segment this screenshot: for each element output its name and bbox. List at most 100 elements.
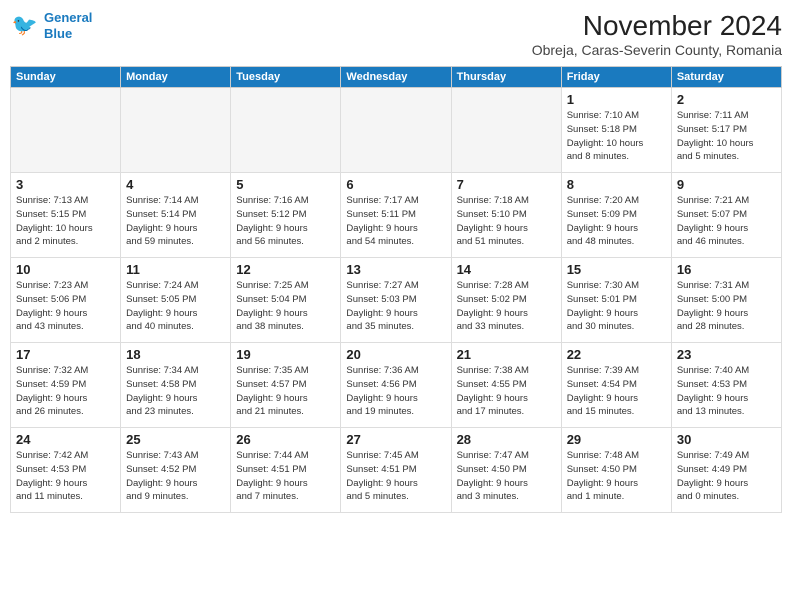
calendar-header-row: SundayMondayTuesdayWednesdayThursdayFrid…: [11, 67, 782, 88]
title-block: November 2024 Obreja, Caras-Severin Coun…: [532, 10, 782, 58]
day-number: 30: [677, 432, 776, 447]
day-number: 9: [677, 177, 776, 192]
day-info: Sunrise: 7:21 AM Sunset: 5:07 PM Dayligh…: [677, 194, 776, 249]
day-number: 1: [567, 92, 666, 107]
header-wednesday: Wednesday: [341, 67, 451, 88]
day-number: 21: [457, 347, 556, 362]
day-info: Sunrise: 7:44 AM Sunset: 4:51 PM Dayligh…: [236, 449, 335, 504]
day-info: Sunrise: 7:31 AM Sunset: 5:00 PM Dayligh…: [677, 279, 776, 334]
header-thursday: Thursday: [451, 67, 561, 88]
calendar-cell: 20 Sunrise: 7:36 AM Sunset: 4:56 PM Dayli…: [341, 343, 451, 428]
day-info: Sunrise: 7:23 AM Sunset: 5:06 PM Dayligh…: [16, 279, 115, 334]
calendar-cell: 1 Sunrise: 7:10 AM Sunset: 5:18 PM Daylig…: [561, 88, 671, 173]
calendar-cell: 3Sunrise: 7:13 AM Sunset: 5:15 PM Daylig…: [11, 173, 121, 258]
day-number: 25: [126, 432, 225, 447]
day-info: Sunrise: 7:16 AM Sunset: 5:12 PM Dayligh…: [236, 194, 335, 249]
day-info: Sunrise: 7:24 AM Sunset: 5:05 PM Dayligh…: [126, 279, 225, 334]
calendar-cell: 22Sunrise: 7:39 AM Sunset: 4:54 PM Dayli…: [561, 343, 671, 428]
calendar-table: SundayMondayTuesdayWednesdayThursdayFrid…: [10, 66, 782, 513]
day-number: 24: [16, 432, 115, 447]
day-number: 29: [567, 432, 666, 447]
calendar-week-5: 24 Sunrise: 7:42 AM Sunset: 4:53 PM Dayli…: [11, 428, 782, 513]
calendar-cell: [231, 88, 341, 173]
day-info: Sunrise: 7:30 AM Sunset: 5:01 PM Dayligh…: [567, 279, 666, 334]
day-number: 3: [16, 177, 115, 192]
logo-text: General Blue: [44, 10, 92, 41]
header-friday: Friday: [561, 67, 671, 88]
calendar-cell: 18 Sunrise: 7:34 AM Sunset: 4:58 PM Dayli…: [121, 343, 231, 428]
day-info: Sunrise: 7:34 AM Sunset: 4:58 PM Dayligh…: [126, 364, 225, 419]
day-number: 16: [677, 262, 776, 277]
day-number: 11: [126, 262, 225, 277]
day-number: 12: [236, 262, 335, 277]
day-number: 18: [126, 347, 225, 362]
day-number: 23: [677, 347, 776, 362]
calendar-week-1: 1 Sunrise: 7:10 AM Sunset: 5:18 PM Daylig…: [11, 88, 782, 173]
svg-text:🐦: 🐦: [12, 14, 38, 37]
day-number: 28: [457, 432, 556, 447]
day-number: 4: [126, 177, 225, 192]
calendar-week-3: 10Sunrise: 7:23 AM Sunset: 5:06 PM Dayli…: [11, 258, 782, 343]
day-number: 14: [457, 262, 556, 277]
calendar-cell: 26 Sunrise: 7:44 AM Sunset: 4:51 PM Dayli…: [231, 428, 341, 513]
calendar-week-2: 3Sunrise: 7:13 AM Sunset: 5:15 PM Daylig…: [11, 173, 782, 258]
calendar-cell: 25 Sunrise: 7:43 AM Sunset: 4:52 PM Dayli…: [121, 428, 231, 513]
day-info: Sunrise: 7:10 AM Sunset: 5:18 PM Dayligh…: [567, 109, 666, 164]
calendar-cell: 14 Sunrise: 7:28 AM Sunset: 5:02 PM Dayli…: [451, 258, 561, 343]
calendar-cell: 7Sunrise: 7:18 AM Sunset: 5:10 PM Daylig…: [451, 173, 561, 258]
day-info: Sunrise: 7:42 AM Sunset: 4:53 PM Dayligh…: [16, 449, 115, 504]
location-title: Obreja, Caras-Severin County, Romania: [532, 42, 782, 58]
calendar-cell: [341, 88, 451, 173]
day-info: Sunrise: 7:45 AM Sunset: 4:51 PM Dayligh…: [346, 449, 445, 504]
calendar-cell: 10Sunrise: 7:23 AM Sunset: 5:06 PM Dayli…: [11, 258, 121, 343]
calendar-cell: 13Sunrise: 7:27 AM Sunset: 5:03 PM Dayli…: [341, 258, 451, 343]
calendar-cell: [451, 88, 561, 173]
day-info: Sunrise: 7:36 AM Sunset: 4:56 PM Dayligh…: [346, 364, 445, 419]
day-info: Sunrise: 7:32 AM Sunset: 4:59 PM Dayligh…: [16, 364, 115, 419]
day-info: Sunrise: 7:48 AM Sunset: 4:50 PM Dayligh…: [567, 449, 666, 504]
day-info: Sunrise: 7:14 AM Sunset: 5:14 PM Dayligh…: [126, 194, 225, 249]
calendar-cell: 12 Sunrise: 7:25 AM Sunset: 5:04 PM Dayli…: [231, 258, 341, 343]
day-info: Sunrise: 7:47 AM Sunset: 4:50 PM Dayligh…: [457, 449, 556, 504]
day-number: 26: [236, 432, 335, 447]
day-info: Sunrise: 7:43 AM Sunset: 4:52 PM Dayligh…: [126, 449, 225, 504]
month-title: November 2024: [532, 10, 782, 42]
calendar-cell: 29 Sunrise: 7:48 AM Sunset: 4:50 PM Dayli…: [561, 428, 671, 513]
day-number: 19: [236, 347, 335, 362]
day-info: Sunrise: 7:28 AM Sunset: 5:02 PM Dayligh…: [457, 279, 556, 334]
day-number: 17: [16, 347, 115, 362]
day-number: 2: [677, 92, 776, 107]
calendar-cell: [11, 88, 121, 173]
day-info: Sunrise: 7:25 AM Sunset: 5:04 PM Dayligh…: [236, 279, 335, 334]
calendar-week-4: 17 Sunrise: 7:32 AM Sunset: 4:59 PM Dayli…: [11, 343, 782, 428]
header-sunday: Sunday: [11, 67, 121, 88]
calendar-cell: 24 Sunrise: 7:42 AM Sunset: 4:53 PM Dayli…: [11, 428, 121, 513]
calendar-cell: 16 Sunrise: 7:31 AM Sunset: 5:00 PM Dayli…: [671, 258, 781, 343]
calendar-cell: 5 Sunrise: 7:16 AM Sunset: 5:12 PM Daylig…: [231, 173, 341, 258]
header-saturday: Saturday: [671, 67, 781, 88]
day-number: 6: [346, 177, 445, 192]
day-number: 15: [567, 262, 666, 277]
day-info: Sunrise: 7:40 AM Sunset: 4:53 PM Dayligh…: [677, 364, 776, 419]
calendar-cell: 9 Sunrise: 7:21 AM Sunset: 5:07 PM Daylig…: [671, 173, 781, 258]
calendar-cell: 11 Sunrise: 7:24 AM Sunset: 5:05 PM Dayli…: [121, 258, 231, 343]
calendar-cell: 6 Sunrise: 7:17 AM Sunset: 5:11 PM Daylig…: [341, 173, 451, 258]
calendar-body: 1 Sunrise: 7:10 AM Sunset: 5:18 PM Daylig…: [11, 88, 782, 513]
header-monday: Monday: [121, 67, 231, 88]
day-info: Sunrise: 7:35 AM Sunset: 4:57 PM Dayligh…: [236, 364, 335, 419]
calendar-cell: 27Sunrise: 7:45 AM Sunset: 4:51 PM Dayli…: [341, 428, 451, 513]
calendar-cell: 8Sunrise: 7:20 AM Sunset: 5:09 PM Daylig…: [561, 173, 671, 258]
logo: 🐦 General Blue: [10, 10, 92, 41]
day-info: Sunrise: 7:39 AM Sunset: 4:54 PM Dayligh…: [567, 364, 666, 419]
day-info: Sunrise: 7:49 AM Sunset: 4:49 PM Dayligh…: [677, 449, 776, 504]
day-info: Sunrise: 7:38 AM Sunset: 4:55 PM Dayligh…: [457, 364, 556, 419]
calendar-cell: 30 Sunrise: 7:49 AM Sunset: 4:49 PM Dayli…: [671, 428, 781, 513]
calendar-cell: 2Sunrise: 7:11 AM Sunset: 5:17 PM Daylig…: [671, 88, 781, 173]
calendar-cell: 19 Sunrise: 7:35 AM Sunset: 4:57 PM Dayli…: [231, 343, 341, 428]
day-number: 20: [346, 347, 445, 362]
calendar-cell: 23 Sunrise: 7:40 AM Sunset: 4:53 PM Dayli…: [671, 343, 781, 428]
day-info: Sunrise: 7:17 AM Sunset: 5:11 PM Dayligh…: [346, 194, 445, 249]
header: 🐦 General Blue November 2024 Obreja, Car…: [10, 10, 782, 58]
day-info: Sunrise: 7:18 AM Sunset: 5:10 PM Dayligh…: [457, 194, 556, 249]
day-number: 5: [236, 177, 335, 192]
